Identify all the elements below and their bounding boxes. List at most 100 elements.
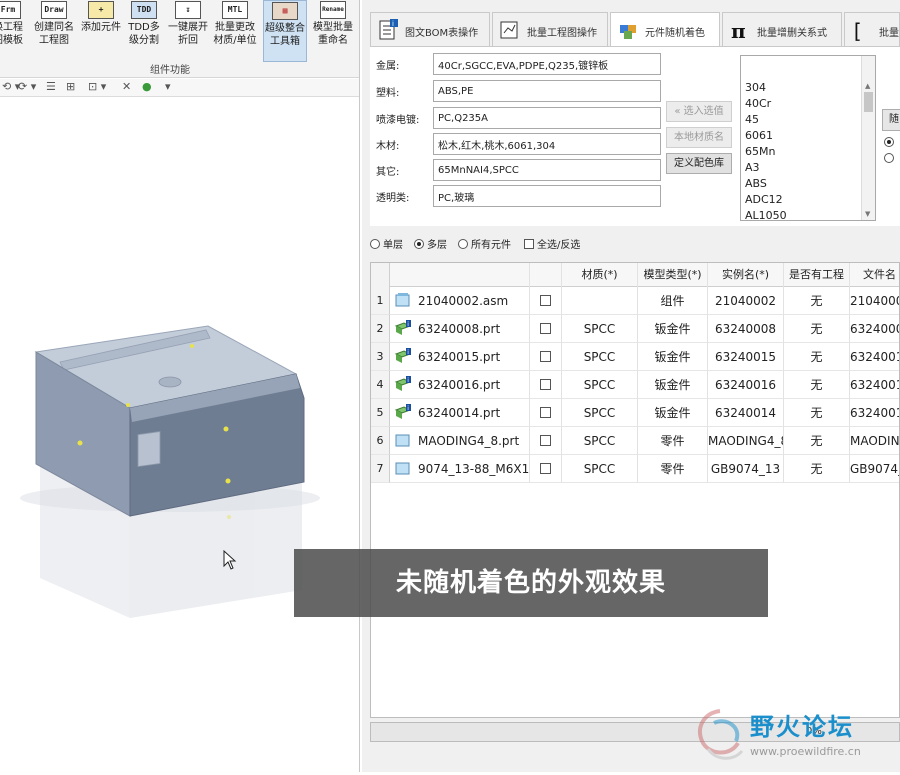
- ribbon-group-label: 组件功能: [150, 65, 190, 76]
- row-checkbox[interactable]: [540, 351, 551, 362]
- list-item[interactable]: 6061: [741, 128, 875, 144]
- list-item[interactable]: 40Cr: [741, 96, 875, 112]
- select-checkbox[interactable]: [530, 287, 562, 315]
- filename-cell: MAODING4: [850, 427, 899, 455]
- forum-logo-icon: [698, 709, 744, 760]
- list-item[interactable]: 65Mn: [741, 144, 875, 160]
- window-icon[interactable]: ⊡ ▾: [88, 80, 106, 93]
- random-color-button[interactable]: 随: [882, 109, 900, 131]
- has-drawing-cell: 无: [784, 315, 850, 343]
- select-all-checkbox[interactable]: 全选/反选: [524, 236, 580, 251]
- select-checkbox[interactable]: [530, 371, 562, 399]
- appearance-icon[interactable]: ●: [142, 80, 152, 93]
- material-row-other: 其它:: [376, 159, 666, 181]
- select-checkbox[interactable]: [530, 315, 562, 343]
- other-materials-input[interactable]: [433, 159, 661, 181]
- list-item[interactable]: ABS: [741, 176, 875, 192]
- create-drawing-button[interactable]: Draw 创建同名 工程图: [32, 0, 76, 62]
- select-checkbox[interactable]: [530, 427, 562, 455]
- row-checkbox[interactable]: [540, 295, 551, 306]
- batch-rename-button[interactable]: Rename 模型批量 重命名: [311, 0, 355, 62]
- row-checkbox[interactable]: [540, 463, 551, 474]
- row-checkbox[interactable]: [540, 435, 551, 446]
- material-label: 塑料:: [376, 88, 400, 99]
- has-drawing-cell: 无: [784, 343, 850, 371]
- expand-collapse-button[interactable]: ↧ 一键展开 折回: [166, 0, 210, 62]
- regenerate-icon[interactable]: ☰: [46, 80, 56, 93]
- plastic-materials-input[interactable]: [433, 80, 661, 102]
- row-checkbox[interactable]: [540, 407, 551, 418]
- super-toolbox-button[interactable]: ▦ 超级整合 工具箱: [263, 0, 307, 62]
- batch-material-button[interactable]: MTL 批量更改 材质/单位: [213, 0, 257, 62]
- filename-cell: 63240008: [850, 315, 899, 343]
- row-checkbox[interactable]: [540, 323, 551, 334]
- far-radio-option-2[interactable]: [884, 153, 894, 163]
- row-checkbox[interactable]: [540, 379, 551, 390]
- file-name-cell: i 63240016.prt: [390, 371, 530, 399]
- list-item[interactable]: 304: [741, 80, 875, 96]
- list-item[interactable]: ADC12: [741, 192, 875, 208]
- instance-cell: 63240014: [708, 399, 784, 427]
- tab-batch-drawing[interactable]: 批量工程图操作: [492, 12, 608, 46]
- graphics-viewport[interactable]: [0, 98, 359, 772]
- far-radio-option-1[interactable]: [884, 137, 894, 147]
- has-drawing-cell: 无: [784, 455, 850, 483]
- more-icon[interactable]: ▾: [165, 80, 171, 93]
- file-name-cell: 9074_13-88_M6X10: [390, 455, 530, 483]
- bom-icon: i: [379, 19, 398, 40]
- column-header[interactable]: [390, 263, 530, 287]
- all-components-radio[interactable]: 所有元件: [458, 236, 511, 251]
- single-level-radio[interactable]: 单层: [370, 236, 403, 251]
- add-component-button[interactable]: + 添加元件: [79, 0, 123, 62]
- define-color-library-button[interactable]: 定义配色库: [666, 153, 732, 174]
- format-template-button[interactable]: Frm 换工程 图模板: [0, 0, 30, 62]
- multi-level-radio[interactable]: 多层: [414, 236, 447, 251]
- list-item[interactable]: A3: [741, 160, 875, 176]
- split-icon: TDD: [131, 1, 157, 19]
- redo-icon[interactable]: ⟳ ▾: [18, 80, 36, 93]
- filename-cell: 63240016: [850, 371, 899, 399]
- select-checkbox[interactable]: [530, 399, 562, 427]
- watermark: 野火论坛 www.proewildfire.cn: [690, 705, 900, 767]
- metal-materials-input[interactable]: [433, 53, 661, 75]
- watermark-url: www.proewildfire.cn: [750, 745, 861, 758]
- material-label: 其它:: [376, 167, 400, 178]
- list-item[interactable]: AL1050: [741, 208, 875, 220]
- transparent-materials-input[interactable]: [433, 185, 661, 207]
- coating-materials-input[interactable]: [433, 107, 661, 129]
- expand-collapse-icon: ↧: [175, 1, 201, 19]
- select-value-button[interactable]: « 选入选值: [666, 101, 732, 122]
- tab-relations[interactable]: π 批量增删关系式: [722, 12, 842, 46]
- row-number: 6: [371, 427, 390, 455]
- select-checkbox[interactable]: [530, 343, 562, 371]
- column-header-model-type[interactable]: 模型类型(*): [638, 263, 708, 287]
- instance-cell: 63240016: [708, 371, 784, 399]
- select-checkbox[interactable]: [530, 455, 562, 483]
- material-cell: SPCC: [562, 371, 638, 399]
- row-number: 5: [371, 399, 390, 427]
- tree-icon[interactable]: ⊞: [66, 80, 75, 93]
- model-window-cutout: [137, 431, 161, 468]
- column-header-filename[interactable]: 文件名: [850, 263, 899, 287]
- tab-batch-more[interactable]: [ ] 批量: [844, 12, 900, 46]
- material-list-scrollbar[interactable]: ▲ ▼: [861, 56, 875, 220]
- material-list[interactable]: 304 40Cr 45 6061 65Mn A3 ABS ADC12 AL105…: [740, 55, 876, 221]
- column-header[interactable]: [530, 263, 562, 287]
- multi-level-split-button[interactable]: TDD TDD多 级分割: [122, 0, 166, 62]
- rename-icon: Rename: [320, 1, 346, 19]
- local-material-name-button[interactable]: 本地材质名: [666, 127, 732, 148]
- scroll-down-icon[interactable]: ▼: [865, 210, 870, 218]
- sheetmetal-part-icon: i: [394, 376, 412, 391]
- file-name-cell: i 63240014.prt: [390, 399, 530, 427]
- list-item[interactable]: 45: [741, 112, 875, 128]
- column-header-instance[interactable]: 实例名(*): [708, 263, 784, 287]
- scroll-thumb[interactable]: [864, 92, 873, 112]
- tab-random-color[interactable]: 元件随机着色: [610, 12, 720, 48]
- batch-rename-label: 模型批量 重命名: [313, 22, 353, 46]
- scroll-up-icon[interactable]: ▲: [865, 82, 870, 90]
- tab-bom[interactable]: i 图文BOM表操作: [370, 12, 490, 46]
- column-header-has-drawing[interactable]: 是否有工程: [784, 263, 850, 287]
- column-header-material[interactable]: 材质(*): [562, 263, 638, 287]
- wood-materials-input[interactable]: [433, 133, 661, 155]
- close-window-icon[interactable]: ✕: [122, 80, 131, 93]
